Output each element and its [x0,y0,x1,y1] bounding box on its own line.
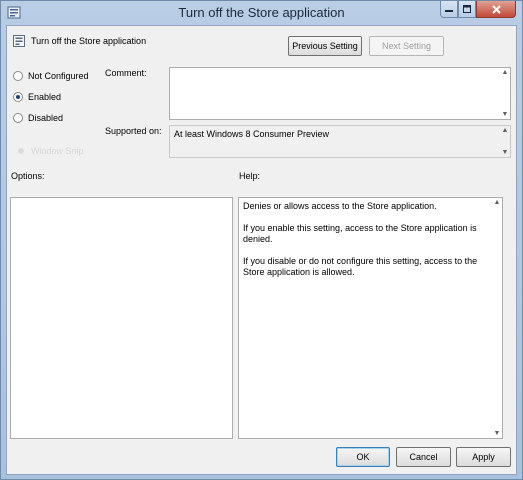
dialog-client-area: Turn off the Store application Previous … [6,25,517,475]
radio-label: Disabled [28,113,64,123]
apply-button[interactable]: Apply [456,447,511,467]
maximize-icon [463,5,471,13]
help-scrollbar[interactable]: ▲ ▼ [492,198,502,438]
cancel-button[interactable]: Cancel [396,447,451,467]
setting-name: Turn off the Store application [31,36,147,46]
radio-button[interactable] [13,92,23,102]
policy-setting-icon [13,35,25,47]
scroll-up-icon[interactable]: ▲ [502,127,509,134]
ok-button[interactable]: OK [336,447,390,467]
help-text: Denies or allows access to the Store app… [243,201,492,289]
snip-label: Window Snip [31,146,84,156]
comment-label: Comment: [105,68,147,78]
caption-buttons [440,1,516,19]
title-bar[interactable]: Turn off the Store application [1,1,522,25]
help-paragraph: If you enable this setting, access to th… [243,223,477,244]
minimize-icon [445,10,453,12]
help-label: Help: [239,171,261,181]
options-label: Options: [11,171,45,181]
window-snip-overlay: Window Snip [17,146,84,156]
policy-dialog-window: Turn off the Store application Turn off … [0,0,523,480]
supported-on-value: At least Windows 8 Consumer Preview [174,129,330,139]
radio-disabled[interactable]: Disabled [13,112,63,124]
supported-on-field[interactable]: At least Windows 8 Consumer Preview ▲ ▼ [169,125,511,158]
radio-button[interactable] [13,71,23,81]
minimize-button[interactable] [440,1,458,18]
scroll-up-icon[interactable]: ▲ [494,199,501,206]
scroll-down-icon[interactable]: ▼ [502,111,509,118]
help-pane[interactable]: Denies or allows access to the Store app… [238,197,503,439]
radio-label: Not Configured [28,71,89,81]
close-button[interactable] [476,1,516,18]
options-pane[interactable] [10,197,233,439]
radio-label: Enabled [28,92,62,102]
radio-button[interactable] [13,113,23,123]
setting-header: Turn off the Store application [13,34,146,48]
radio-not-configured[interactable]: Not Configured [13,70,89,82]
help-paragraph: Denies or allows access to the Store app… [243,201,437,211]
next-setting-button[interactable]: Next Setting [369,36,444,56]
help-paragraph: If you disable or do not configure this … [243,256,478,277]
comment-scrollbar[interactable]: ▲ ▼ [500,68,510,119]
previous-setting-button[interactable]: Previous Setting [288,36,362,56]
scroll-down-icon[interactable]: ▼ [494,430,501,437]
scroll-down-icon[interactable]: ▼ [502,149,509,156]
maximize-button[interactable] [458,1,476,18]
snip-icon [18,148,24,154]
comment-field[interactable]: ▲ ▼ [169,67,511,120]
supported-on-label: Supported on: [105,126,162,136]
supported-scrollbar[interactable]: ▲ ▼ [500,126,510,157]
scroll-up-icon[interactable]: ▲ [502,69,509,76]
close-icon [491,4,501,14]
radio-enabled[interactable]: Enabled [13,91,61,103]
